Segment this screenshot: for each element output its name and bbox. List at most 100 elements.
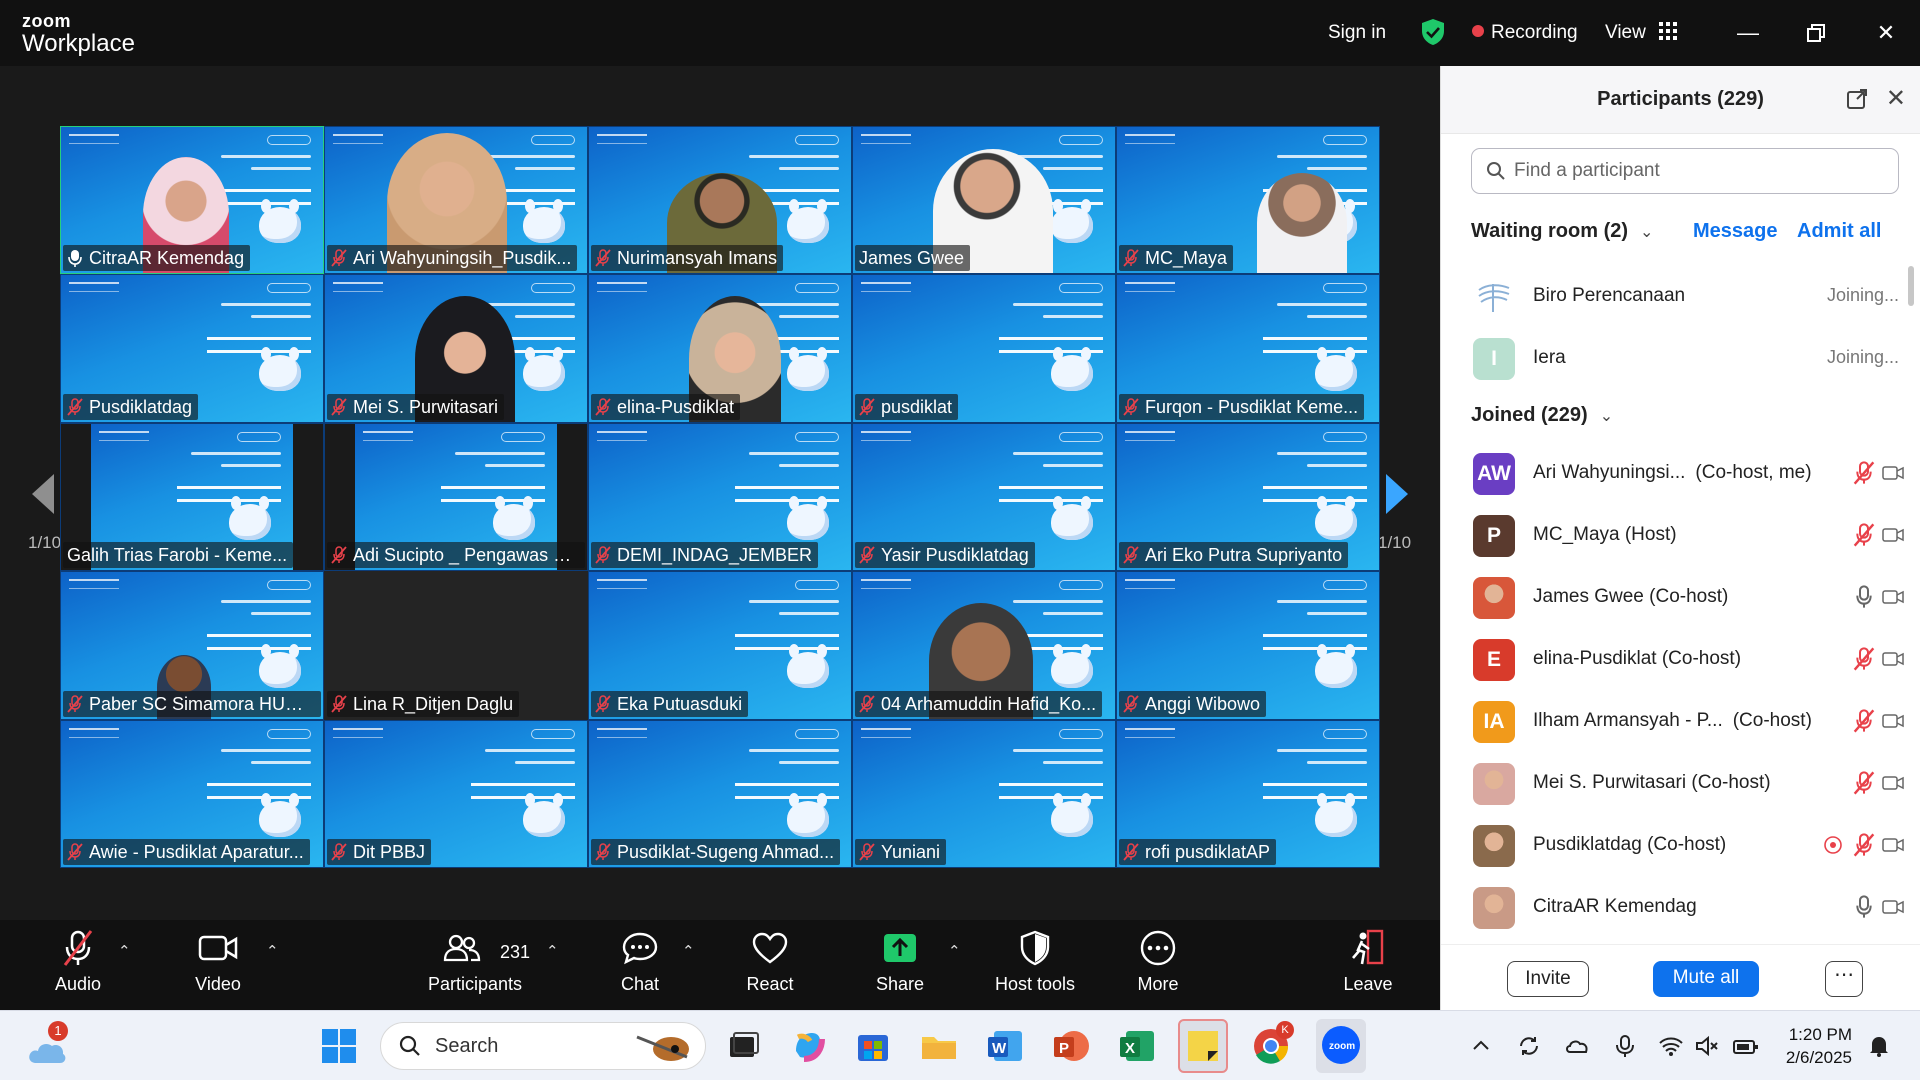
excel-icon[interactable]: X xyxy=(1116,1025,1158,1067)
microsoft-store-icon[interactable] xyxy=(852,1025,894,1067)
participant-tile[interactable]: DEMI_INDAG_JEMBER xyxy=(588,422,852,572)
microphone-muted-icon[interactable] xyxy=(1853,771,1877,795)
copilot-icon[interactable] xyxy=(788,1025,830,1067)
participant-row[interactable]: Pusdiklatdag (Co-host) xyxy=(1441,820,1911,870)
microphone-icon[interactable] xyxy=(1853,895,1877,919)
microphone-muted-icon[interactable] xyxy=(1853,709,1877,733)
invite-button[interactable]: Invite xyxy=(1507,961,1589,997)
video-camera-icon[interactable] xyxy=(1881,461,1905,485)
participant-tile[interactable]: Adi Sucipto _ Pengawas K... xyxy=(324,422,588,572)
video-camera-icon[interactable] xyxy=(1881,771,1905,795)
volume-muted-icon[interactable] xyxy=(1694,1033,1720,1059)
previous-page-icon[interactable] xyxy=(26,470,58,518)
participant-tile[interactable]: Galih Trias Farobi - Keme... xyxy=(60,422,324,572)
restore-icon[interactable] xyxy=(1798,16,1834,50)
microphone-icon[interactable] xyxy=(1853,585,1877,609)
onedrive-icon[interactable] xyxy=(1564,1033,1590,1059)
participant-tile[interactable]: 04 Arhamuddin Hafid_Ko... xyxy=(852,571,1116,720)
microphone-muted-icon[interactable] xyxy=(1853,647,1877,671)
close-window-icon[interactable]: ✕ xyxy=(1868,16,1904,50)
video-camera-icon[interactable] xyxy=(1881,709,1905,733)
participant-tile[interactable]: CitraAR Kemendag xyxy=(60,126,324,275)
participant-tile[interactable]: Ari Eko Putra Supriyanto xyxy=(1116,422,1380,572)
admit-all-link[interactable]: Admit all xyxy=(1797,220,1881,243)
taskbar-search[interactable]: Search xyxy=(380,1022,706,1070)
waiting-room-header[interactable]: Waiting room (2) ⌄ xyxy=(1471,220,1653,243)
show-hidden-icons-chevron-icon[interactable] xyxy=(1468,1033,1494,1059)
participant-tile[interactable]: Furqon - Pusdiklat Keme... xyxy=(1116,274,1380,423)
video-camera-icon[interactable] xyxy=(1881,895,1905,919)
video-button[interactable]: Video xyxy=(186,920,250,1010)
microphone-muted-icon[interactable] xyxy=(1853,833,1877,857)
panel-scrollbar[interactable] xyxy=(1908,266,1914,306)
zoom-app-icon[interactable]: zoom xyxy=(1316,1019,1366,1073)
participant-row[interactable]: Mei S. Purwitasari (Co-host) xyxy=(1441,758,1911,808)
video-camera-icon[interactable] xyxy=(1881,523,1905,547)
battery-icon[interactable] xyxy=(1732,1033,1758,1059)
video-camera-icon[interactable] xyxy=(1881,585,1905,609)
joined-header[interactable]: Joined (229) ⌄ xyxy=(1471,404,1613,427)
participant-tile[interactable]: elina-Pusdiklat xyxy=(588,274,852,423)
chat-button[interactable]: Chat xyxy=(608,920,672,1010)
leave-button[interactable]: Leave xyxy=(1336,920,1400,1010)
participant-tile[interactable]: Lina R_Ditjen Daglu xyxy=(324,571,588,720)
minimize-icon[interactable]: — xyxy=(1730,16,1766,50)
pop-out-icon[interactable] xyxy=(1846,88,1868,110)
participant-tile[interactable]: Eka Putuasduki xyxy=(588,571,852,720)
windows-start-icon[interactable] xyxy=(318,1025,360,1067)
waiting-participant-row[interactable]: I Iera Joining... xyxy=(1441,333,1911,383)
participant-row[interactable]: CitraAR Kemendag xyxy=(1441,882,1911,932)
find-participant-input[interactable]: Find a participant xyxy=(1471,148,1899,194)
waiting-participant-row[interactable]: Biro Perencanaan Joining... xyxy=(1441,271,1911,321)
participants-options-chevron-icon[interactable]: ⌃ xyxy=(546,942,559,960)
participant-tile[interactable]: Ari Wahyuningsih_Pusdik... xyxy=(324,126,588,275)
react-button[interactable]: React xyxy=(738,920,802,1010)
participant-tile[interactable]: Yasir Pusdiklatdag xyxy=(852,422,1116,572)
sync-icon[interactable] xyxy=(1516,1033,1542,1059)
participant-tile[interactable]: pusdiklat xyxy=(852,274,1116,423)
next-page-icon[interactable] xyxy=(1380,470,1412,518)
participant-row[interactable]: Eelina-Pusdiklat (Co-host) xyxy=(1441,634,1911,684)
share-options-chevron-icon[interactable]: ⌃ xyxy=(948,942,961,960)
word-icon[interactable]: W xyxy=(984,1025,1026,1067)
view-button[interactable]: View xyxy=(1605,22,1678,44)
microphone-muted-icon[interactable] xyxy=(1853,523,1877,547)
chat-options-chevron-icon[interactable]: ⌃ xyxy=(682,942,695,960)
wifi-icon[interactable] xyxy=(1658,1033,1684,1059)
more-options-icon[interactable]: ⋯ xyxy=(1825,961,1863,997)
participant-tile[interactable]: Paber SC Simamora HUM... xyxy=(60,571,324,720)
participant-row[interactable]: James Gwee (Co-host) xyxy=(1441,572,1911,622)
participant-tile[interactable]: Pusdiklatdag xyxy=(60,274,324,423)
recording-indicator[interactable]: Recording xyxy=(1472,22,1578,44)
task-view-icon[interactable] xyxy=(722,1025,764,1067)
more-button[interactable]: More xyxy=(1126,920,1190,1010)
participant-tile[interactable]: Anggi Wibowo xyxy=(1116,571,1380,720)
participant-tile[interactable]: Yuniani xyxy=(852,719,1116,868)
notifications-bell-icon[interactable] xyxy=(1866,1033,1892,1059)
participant-tile[interactable]: Awie - Pusdiklat Aparatur... xyxy=(60,719,324,868)
host-tools-button[interactable]: Host tools xyxy=(990,920,1080,1010)
participant-tile[interactable]: rofi pusdiklatAP xyxy=(1116,719,1380,868)
participant-tile[interactable]: MC_Maya xyxy=(1116,126,1380,275)
sign-in-link[interactable]: Sign in xyxy=(1328,22,1386,44)
video-options-chevron-icon[interactable]: ⌃ xyxy=(266,942,279,960)
participant-tile[interactable]: James Gwee xyxy=(852,126,1116,275)
mute-all-button[interactable]: Mute all xyxy=(1653,961,1759,997)
file-explorer-icon[interactable] xyxy=(918,1025,960,1067)
video-camera-icon[interactable] xyxy=(1881,833,1905,857)
share-button[interactable]: Share xyxy=(868,920,932,1010)
system-clock[interactable]: 1:20 PM 2/6/2025 xyxy=(1786,1023,1852,1069)
microphone-icon[interactable] xyxy=(1612,1033,1638,1059)
sticky-notes-icon[interactable] xyxy=(1178,1019,1228,1073)
participant-tile[interactable]: Dit PBBJ xyxy=(324,719,588,868)
powerpoint-icon[interactable]: P xyxy=(1050,1025,1092,1067)
participant-row[interactable]: P MC_Maya (Host) xyxy=(1441,510,1911,560)
participant-tile[interactable]: Pusdiklat-Sugeng Ahmad... xyxy=(588,719,852,868)
audio-options-chevron-icon[interactable]: ⌃ xyxy=(118,942,131,960)
participant-tile[interactable]: Nurimansyah Imans xyxy=(588,126,852,275)
encryption-shield-icon[interactable] xyxy=(1420,18,1446,46)
video-camera-icon[interactable] xyxy=(1881,647,1905,671)
participant-row[interactable]: IA Ilham Armansyah - P... (Co-host) xyxy=(1441,696,1911,746)
close-panel-icon[interactable]: ✕ xyxy=(1886,84,1906,113)
audio-button[interactable]: Audio xyxy=(46,920,110,1010)
